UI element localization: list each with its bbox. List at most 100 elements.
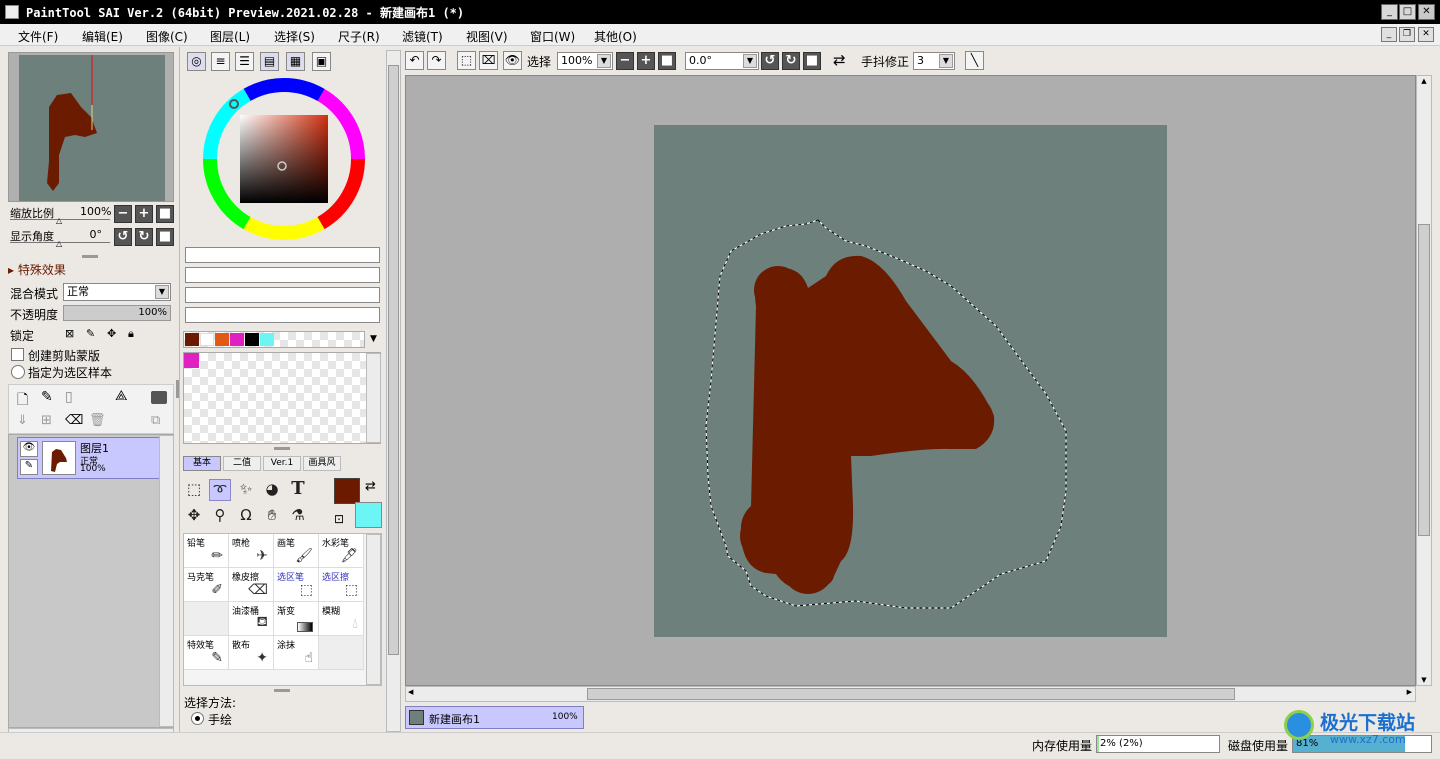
text-icon[interactable]: T <box>287 479 309 501</box>
trash-icon[interactable]: 🗑︎ <box>89 413 106 428</box>
brush-gradient[interactable]: 渐变 <box>274 602 319 636</box>
mask-icon[interactable] <box>151 391 167 404</box>
flip-icon[interactable]: ⇄ <box>833 51 846 69</box>
swatch-2[interactable] <box>215 333 229 346</box>
new-pen-layer-icon[interactable]: ✎ <box>41 389 53 405</box>
shape-icon[interactable]: ◕ <box>261 479 283 501</box>
sel-sample-checkbox[interactable] <box>11 365 25 379</box>
deselect-button[interactable]: ⬚ <box>457 51 476 70</box>
brush-watercolor[interactable]: 水彩笔 🖋︎ <box>319 534 364 568</box>
zoom-icon[interactable]: ⚲ <box>209 505 231 527</box>
brush-airbrush[interactable]: 喷枪 ✈︎ <box>229 534 274 568</box>
eye-icon[interactable]: 👁︎ <box>20 441 38 457</box>
new-layer-icon[interactable]: 🗋︎ <box>17 389 28 413</box>
mdi-minimize-button[interactable]: _ <box>1381 27 1397 42</box>
rotate-ccw-button[interactable]: ↺ <box>761 52 779 70</box>
swatch-bar[interactable] <box>183 331 365 348</box>
menu-select[interactable]: 选择(S) <box>274 28 315 45</box>
scroll-down-icon[interactable]: ▼ <box>1418 676 1430 684</box>
color-slider-1[interactable] <box>185 247 380 263</box>
canvas-viewport[interactable] <box>405 75 1416 686</box>
color-wheel-tab[interactable]: ◎ <box>187 52 206 71</box>
layer-mask-icon[interactable]: ⟁ <box>115 388 128 404</box>
brush-blur[interactable]: 模糊 💧︎ <box>319 602 364 636</box>
hsv-slider-tab[interactable]: ☰ <box>235 52 254 71</box>
stabilizer-select[interactable]: 3 ▼ <box>913 52 955 70</box>
mdi-close-button[interactable]: ✕ <box>1418 27 1434 42</box>
brush-fx[interactable]: 特效笔 ✎ <box>184 636 229 670</box>
menu-filter[interactable]: 滤镜(T) <box>402 28 443 45</box>
scroll-up-icon[interactable]: ▲ <box>1418 77 1430 85</box>
menu-ruler[interactable]: 尺子(R) <box>338 28 380 45</box>
brush-selpen[interactable]: 选区笔 ⬚ <box>274 568 319 602</box>
swatch-3[interactable] <box>230 333 244 346</box>
canvas-vscrollbar[interactable]: ▲ ▼ <box>1416 75 1432 686</box>
eye-icon[interactable]: 👁︎ <box>503 51 522 70</box>
brush-marker[interactable]: 马克笔 ✐ <box>184 568 229 602</box>
rotate-reset-button[interactable]: ■ <box>803 52 821 70</box>
color-slider-3[interactable] <box>185 287 380 303</box>
scroll-left-icon[interactable]: ◀ <box>408 688 413 696</box>
rgb-slider-tab[interactable]: ≡ <box>211 52 230 71</box>
vscroll-thumb[interactable] <box>1418 224 1430 536</box>
new-folder-icon[interactable]: ▯ <box>65 389 73 405</box>
zoom-in-button[interactable]: + <box>135 205 153 223</box>
layer-list-scrollbar[interactable] <box>159 435 174 727</box>
menu-view[interactable]: 视图(V) <box>466 28 508 45</box>
brush-smudge[interactable]: 涂抹 ☝︎ <box>274 636 319 670</box>
brush-bucket[interactable]: 油漆桶 ⛾ <box>229 602 274 636</box>
brush-brush[interactable]: 画笔 🖌︎ <box>274 534 319 568</box>
tab-ver1[interactable]: Ver.1 <box>263 456 301 471</box>
panel-splitter[interactable] <box>176 380 179 398</box>
close-button[interactable]: ✕ <box>1418 4 1435 20</box>
brush-icon[interactable]: ✎ <box>20 459 38 475</box>
rotate-icon[interactable]: Ω <box>235 505 257 527</box>
menu-file[interactable]: 文件(F) <box>18 28 58 45</box>
splitter[interactable] <box>82 255 98 258</box>
rotate-ccw-button[interactable]: ↺ <box>114 228 132 246</box>
eyedropper-icon[interactable]: ⚗ <box>287 505 309 527</box>
zoom-reset-button[interactable]: ■ <box>156 205 174 223</box>
swatch-1[interactable] <box>200 333 214 346</box>
rotate-cw-button[interactable]: ↻ <box>135 228 153 246</box>
zoom-slider-thumb[interactable]: △ <box>56 216 62 225</box>
color-slider-2[interactable] <box>185 267 380 283</box>
brush-eraser[interactable]: 橡皮擦 ⌫ <box>229 568 274 602</box>
rect-select-icon[interactable]: ⬚ <box>183 479 205 501</box>
select-layer-button[interactable]: ⌧ <box>479 51 498 70</box>
tab-basic[interactable]: 基本 <box>183 456 221 471</box>
minimize-button[interactable]: _ <box>1381 4 1398 20</box>
angle-select[interactable]: 0.0° ▼ <box>685 52 759 70</box>
freehand-radio[interactable] <box>191 712 204 725</box>
effects-toggle[interactable]: ▸ 特殊效果 <box>8 261 66 278</box>
swatch-menu-icon[interactable]: ▼ <box>370 334 377 344</box>
brush-pencil[interactable]: 铅笔 ✏︎ <box>184 534 229 568</box>
undo-button[interactable]: ↶ <box>405 51 424 70</box>
brush-scatter[interactable]: 散布 ✦ <box>229 636 274 670</box>
scratchpad[interactable] <box>183 352 381 444</box>
splitter[interactable] <box>274 689 290 692</box>
lock-all-icon[interactable]: 🔒︎ <box>128 327 134 341</box>
lasso-icon[interactable]: ➰︎ <box>209 479 231 501</box>
scratchpad-tab[interactable]: ▣ <box>312 52 331 71</box>
navigator[interactable] <box>8 52 174 202</box>
blend-mode-select[interactable]: 正常 ▼ <box>63 283 171 301</box>
zoom-reset-button[interactable]: ■ <box>658 52 676 70</box>
clip-checkbox[interactable] <box>11 348 24 361</box>
swatch-0[interactable] <box>185 333 199 346</box>
copy-icon[interactable]: ⧉ <box>151 413 160 428</box>
hscroll-thumb[interactable] <box>587 688 1235 700</box>
menu-window[interactable]: 窗口(W) <box>530 28 575 45</box>
scratch-swatch[interactable] <box>184 353 199 368</box>
menu-image[interactable]: 图像(C) <box>146 28 188 45</box>
brush-scrollbar[interactable] <box>366 534 381 685</box>
layer-item[interactable]: 👁︎ ✎ 图层1 正常 100% <box>17 437 160 479</box>
lock-paint-icon[interactable]: ✎ <box>86 327 95 340</box>
scratch-scrollbar[interactable] <box>366 353 381 443</box>
add-icon[interactable]: ⊞ <box>41 413 52 428</box>
zoom-out-button[interactable]: − <box>616 52 634 70</box>
opacity-slider[interactable]: 100% <box>63 305 171 321</box>
swatch-4[interactable] <box>245 333 259 346</box>
canvas-hscrollbar[interactable]: ◀ ▶ <box>405 686 1416 702</box>
menu-layer[interactable]: 图层(L) <box>210 28 250 45</box>
